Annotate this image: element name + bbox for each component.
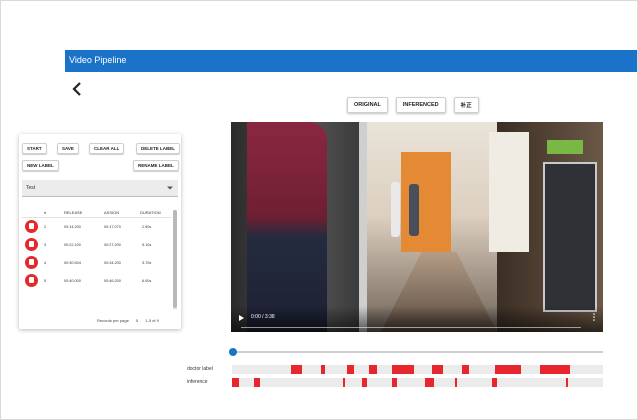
row-assign: 00:17.070 (104, 225, 121, 229)
label-segment[interactable] (291, 365, 303, 374)
page-title: Video Pipeline (69, 55, 127, 65)
column-header: RELEASE (64, 210, 83, 215)
video-shelf (543, 162, 597, 312)
video-time: 0:00 / 3:38 (251, 314, 275, 320)
scrollbar-thumb[interactable] (173, 210, 177, 308)
video-player[interactable]: 0:00 / 3:38 (231, 122, 603, 332)
trash-icon[interactable] (25, 256, 38, 269)
label-segment[interactable] (369, 365, 377, 374)
label-segment[interactable] (343, 378, 346, 387)
app-header: Video Pipeline (65, 50, 637, 72)
table-row[interactable]: 3 00:22.100 00:27.200 5.10s (22, 236, 172, 254)
row-assign: 00:34.200 (104, 261, 121, 265)
more-vert-icon[interactable] (593, 313, 595, 321)
label-segment[interactable] (232, 378, 240, 387)
label-segment[interactable] (347, 365, 355, 374)
row-release: 00:22.100 (64, 243, 81, 247)
label-segment[interactable] (539, 365, 570, 374)
table-row[interactable]: 2 00:14.200 00:17.070 2.90s (22, 218, 172, 236)
column-header: ASSIGN (104, 210, 120, 215)
inference-track[interactable] (232, 378, 603, 387)
row-assign: 00:27.200 (104, 243, 121, 247)
video-person (409, 184, 419, 236)
video-controls: 0:00 / 3:38 (231, 306, 603, 332)
label-segment[interactable] (254, 378, 260, 387)
video-poster (489, 132, 529, 252)
label-table: # RELEASE ASSIGN DURATION 2 00:14.200 00… (22, 206, 172, 290)
label-segment[interactable] (432, 365, 444, 374)
row-index: 5 (44, 279, 47, 283)
row-assign: 00:46.200 (104, 279, 121, 283)
video-seek-bar[interactable] (241, 327, 581, 328)
doctor-label-track-label: doctor label (187, 366, 213, 372)
timeline-handle[interactable] (229, 348, 237, 356)
trash-icon[interactable] (25, 238, 38, 251)
pagination: Records per page 5 1-5 of 9 (97, 318, 165, 323)
rows-per-page-select[interactable]: 5 (136, 318, 138, 323)
row-duration: 6.00s (142, 279, 152, 283)
new-label-button[interactable]: NEW LABEL (22, 160, 59, 171)
rows-per-page-label: Records per page (97, 318, 129, 323)
start-button[interactable]: START (22, 143, 47, 154)
row-release: 00:40.000 (64, 279, 81, 283)
row-index: 2 (44, 225, 47, 229)
video-foreground-figure (247, 122, 327, 332)
tab-correction[interactable]: 补正 (453, 97, 479, 113)
label-segment[interactable] (454, 378, 457, 387)
app-frame: Video Pipeline ORIGINAL INFERENCED 补正 ST… (0, 0, 638, 420)
row-index: 3 (44, 243, 47, 247)
label-panel: START SAVE CLEAR ALL DELETE LABEL NEW LA… (19, 134, 181, 329)
row-index: 4 (44, 261, 47, 265)
timeline-slider[interactable] (229, 348, 603, 356)
label-segment[interactable] (462, 365, 470, 374)
view-tabs: ORIGINAL INFERENCED 补正 (347, 97, 479, 113)
chevron-down-icon (167, 186, 173, 190)
rename-label-button[interactable]: RENAME LABEL (133, 160, 179, 171)
label-segment[interactable] (361, 378, 368, 387)
row-duration: 3.70s (142, 261, 152, 265)
label-segment[interactable] (491, 378, 498, 387)
label-segment[interactable] (424, 378, 435, 387)
label-select-value: Test (26, 185, 36, 191)
play-icon[interactable] (239, 315, 244, 321)
label-segment[interactable] (391, 365, 414, 374)
tab-inferenced[interactable]: INFERENCED (395, 97, 446, 113)
column-header: # (44, 210, 47, 215)
clear-all-button[interactable]: CLEAR ALL (89, 143, 125, 154)
column-header: DURATION (140, 210, 161, 215)
table-scrollbar[interactable] (173, 210, 177, 310)
delete-label-button[interactable]: DELETE LABEL (136, 143, 181, 154)
row-release: 00:30.504 (64, 261, 81, 265)
row-duration: 2.90s (142, 225, 152, 229)
video-person (391, 182, 400, 237)
row-release: 00:14.200 (64, 225, 81, 229)
back-arrow-icon[interactable] (71, 81, 85, 97)
label-segment[interactable] (391, 378, 398, 387)
trash-icon[interactable] (25, 220, 38, 233)
page-range: 1-5 of 9 (145, 318, 159, 323)
video-wall-edge (359, 122, 367, 332)
label-segment[interactable] (565, 378, 568, 387)
label-segment[interactable] (495, 365, 522, 374)
save-button[interactable]: SAVE (57, 143, 79, 154)
row-duration: 5.10s (142, 243, 152, 247)
table-row[interactable]: 5 00:40.000 00:46.200 6.00s (22, 272, 172, 290)
table-row[interactable]: 4 00:30.504 00:34.200 3.70s (22, 254, 172, 272)
doctor-label-track[interactable] (232, 365, 603, 374)
table-header: # RELEASE ASSIGN DURATION (22, 206, 172, 218)
video-sign (547, 140, 583, 154)
tab-original[interactable]: ORIGINAL (347, 97, 388, 113)
label-segment[interactable] (321, 365, 325, 374)
label-select[interactable]: Test (22, 180, 178, 197)
inference-track-label: inference (187, 379, 208, 385)
trash-icon[interactable] (25, 274, 38, 287)
